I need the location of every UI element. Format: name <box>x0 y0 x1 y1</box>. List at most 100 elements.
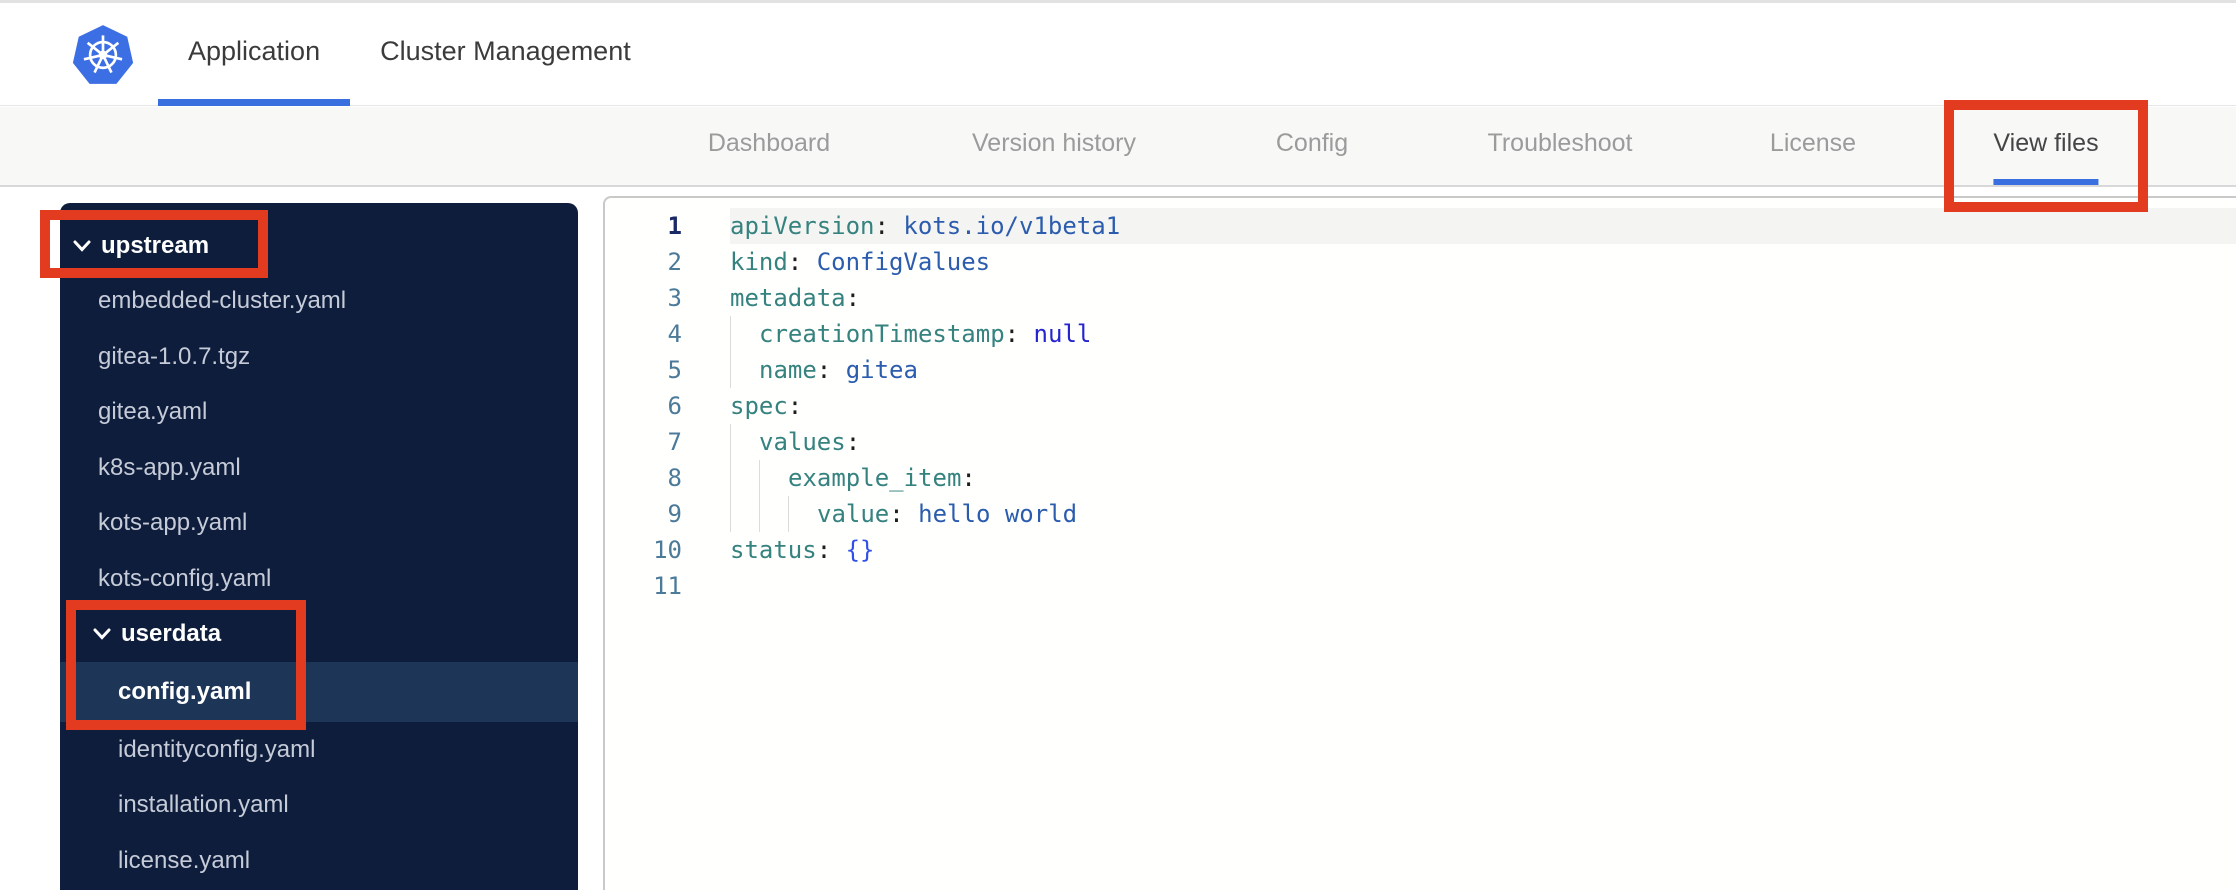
line-number: 5 <box>667 356 682 384</box>
yaml-key: value <box>817 500 890 528</box>
gutter-gap <box>682 352 730 388</box>
chevron-down-icon <box>93 628 111 640</box>
yaml-colon: : <box>816 356 832 384</box>
chevron-down-icon <box>73 240 91 252</box>
line-number: 7 <box>667 428 682 456</box>
gutter-gap <box>682 316 730 352</box>
yaml-colon: : <box>845 428 861 456</box>
line-number: 2 <box>667 248 682 276</box>
line-number: 3 <box>667 284 682 312</box>
yaml-colon: : <box>961 464 976 492</box>
tree-item-gitea-yaml[interactable]: gitea.yaml <box>60 385 578 441</box>
editor-line: 2 kind: ConfigValues <box>605 244 2236 280</box>
indent-guide <box>730 316 759 352</box>
file-tree-sidebar: upstream embedded-cluster.yaml gitea-1.0.7… <box>60 203 578 890</box>
yaml-key: kind <box>730 248 788 276</box>
code-line-content[interactable]: name: gitea <box>730 352 2236 388</box>
code-line-content[interactable]: creationTimestamp: null <box>730 316 2236 352</box>
tree-item-label: embedded-cluster.yaml <box>98 287 347 315</box>
yaml-colon: : <box>874 212 889 240</box>
tree-item-embedded-cluster-yaml[interactable]: embedded-cluster.yaml <box>60 274 578 330</box>
yaml-file-viewer[interactable]: 1 apiVersion: kots.io/v1beta1 2 kind: Confi… <box>603 196 2236 890</box>
primary-tabs: Application Cluster Management <box>158 3 661 106</box>
line-number: 4 <box>667 320 682 348</box>
indent-guide <box>759 460 788 496</box>
tree-item-kots-app-yaml[interactable]: kots-app.yaml <box>60 496 578 552</box>
gutter-gap <box>682 280 730 316</box>
tree-item-upstream[interactable]: upstream <box>60 218 578 274</box>
tree-item-label: kots-config.yaml <box>98 564 272 592</box>
secondary-nav-bar: Dashboard Version history Config Trouble… <box>0 107 2236 187</box>
line-number: 1 <box>667 212 682 240</box>
yaml-colon: : <box>787 248 803 276</box>
gutter-gap <box>682 244 730 280</box>
yaml-value: null <box>1033 320 1092 348</box>
nav-item-dashboard[interactable]: Dashboard <box>708 107 830 185</box>
code-line-content[interactable] <box>730 568 2236 604</box>
editor-line: 11 <box>605 568 2236 604</box>
tree-item-identityconfig-yaml[interactable]: identityconfig.yaml <box>60 722 578 778</box>
tree-item-userdata[interactable]: userdata <box>60 607 578 663</box>
yaml-key: metadata <box>730 284 846 312</box>
gutter-gap <box>682 388 730 424</box>
editor-line: 10 status: {} <box>605 532 2236 568</box>
code-line-content[interactable]: status: {} <box>730 532 2236 568</box>
yaml-value: {} <box>845 536 875 564</box>
code-line-content[interactable]: spec: <box>730 388 2236 424</box>
tree-item-label: license.yaml <box>118 846 251 874</box>
line-number: 8 <box>667 464 682 492</box>
yaml-key: example_item <box>788 464 962 492</box>
tree-item-label: installation.yaml <box>118 791 289 819</box>
nav-item-troubleshoot[interactable]: Troubleshoot <box>1488 107 1633 185</box>
indent-guide <box>730 496 759 532</box>
tree-item-label: userdata <box>121 620 222 648</box>
yaml-colon: : <box>816 536 832 564</box>
gutter-gap <box>682 208 730 244</box>
nav-item-view-files[interactable]: View files <box>1993 107 2099 185</box>
nav-item-license[interactable]: License <box>1770 107 1856 185</box>
yaml-key: status <box>730 536 817 564</box>
tree-item-gitea-1-0-7-tgz[interactable]: gitea-1.0.7.tgz <box>60 329 578 385</box>
code-line-content[interactable]: values: <box>730 424 2236 460</box>
code-line-content[interactable]: example_item: <box>730 460 2236 496</box>
code-line-content[interactable]: value: hello world <box>730 496 2236 532</box>
indent-guide <box>730 424 759 460</box>
gutter-gap <box>682 568 730 604</box>
yaml-value: kots.io/v1beta1 <box>903 212 1121 240</box>
nav-item-config[interactable]: Config <box>1276 107 1348 185</box>
tree-item-installation-yaml[interactable]: installation.yaml <box>60 778 578 834</box>
tree-item-config-yaml[interactable]: config.yaml <box>60 662 578 722</box>
yaml-colon: : <box>787 392 803 420</box>
editor-line: 5 name: gitea <box>605 352 2236 388</box>
code-line-content[interactable]: apiVersion: kots.io/v1beta1 <box>730 208 2236 244</box>
tab-cluster-management[interactable]: Cluster Management <box>350 3 661 106</box>
tree-item-license-yaml[interactable]: license.yaml <box>60 833 578 889</box>
tab-application-label: Application <box>188 35 321 66</box>
yaml-value: gitea <box>845 356 918 384</box>
yaml-key: spec <box>730 392 788 420</box>
code-line-content[interactable]: metadata: <box>730 280 2236 316</box>
yaml-colon: : <box>845 284 861 312</box>
tree-item-k8s-app-yaml[interactable]: k8s-app.yaml <box>60 440 578 496</box>
editor-line: 8 example_item: <box>605 460 2236 496</box>
yaml-colon: : <box>1004 320 1020 348</box>
gutter-gap <box>682 460 730 496</box>
tree-item-kots-config-yaml[interactable]: kots-config.yaml <box>60 551 578 607</box>
nav-item-version-history[interactable]: Version history <box>972 107 1136 185</box>
code-line-content[interactable]: kind: ConfigValues <box>730 244 2236 280</box>
yaml-key: values <box>759 428 846 456</box>
indent-guide <box>730 352 759 388</box>
line-number: 6 <box>667 392 682 420</box>
editor-line: 1 apiVersion: kots.io/v1beta1 <box>605 208 2236 244</box>
tree-item-label: gitea.yaml <box>98 398 208 426</box>
gutter-gap <box>682 424 730 460</box>
line-number: 11 <box>653 572 682 600</box>
tree-item-label: gitea-1.0.7.tgz <box>98 342 251 370</box>
tab-cluster-management-label: Cluster Management <box>380 35 631 66</box>
kubernetes-logo-icon <box>70 23 136 89</box>
editor-line: 7 values: <box>605 424 2236 460</box>
tab-application[interactable]: Application <box>158 3 351 106</box>
gutter-gap <box>682 532 730 568</box>
line-number: 10 <box>653 536 682 564</box>
tree-item-label: k8s-app.yaml <box>98 453 241 481</box>
